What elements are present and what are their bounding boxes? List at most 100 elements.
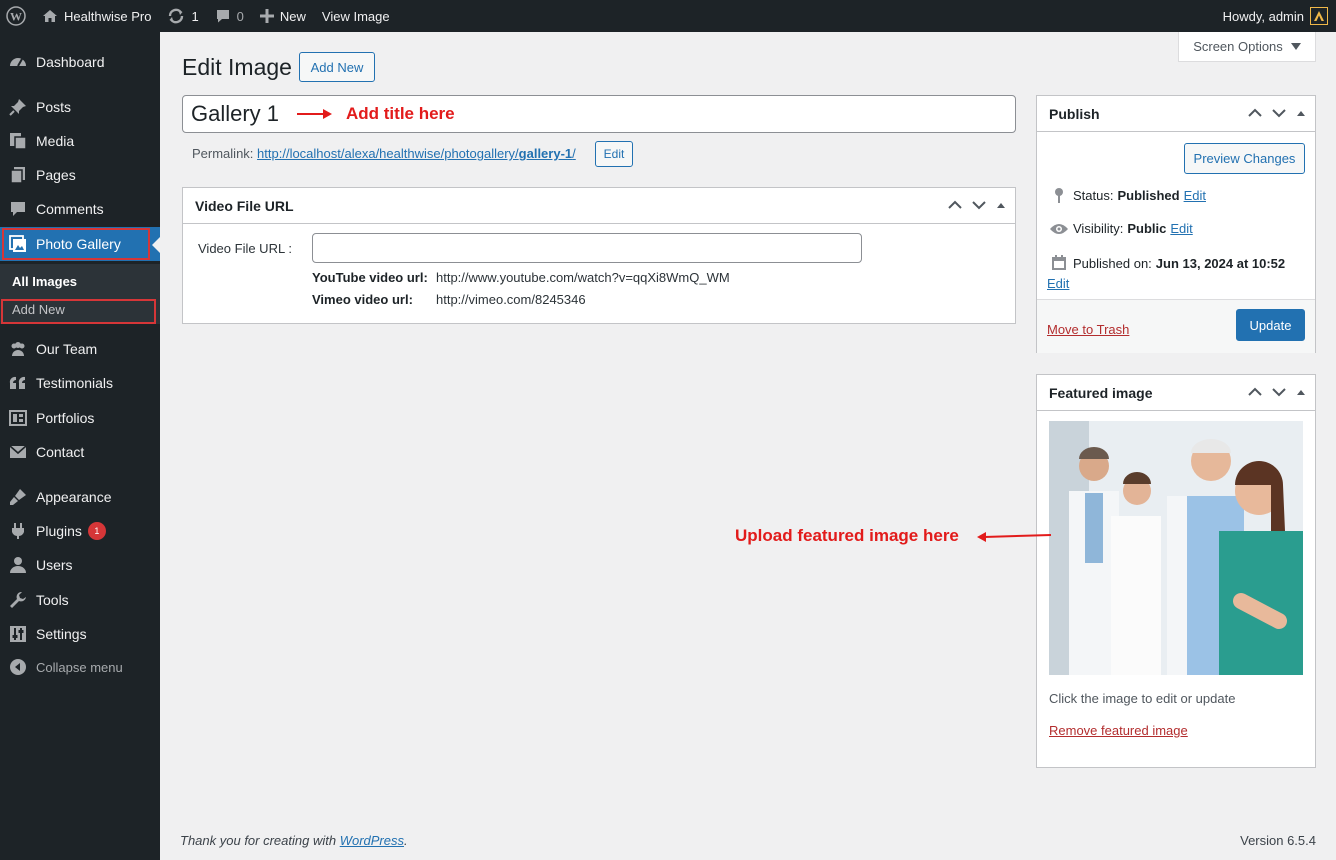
status-value: Published <box>1117 187 1180 203</box>
menu-item-pages[interactable]: Pages <box>0 158 160 192</box>
updates-count: 1 <box>191 8 199 24</box>
move-to-trash-link[interactable]: Move to Trash <box>1047 322 1129 337</box>
site-name: Healthwise Pro <box>64 8 152 24</box>
metabox-header: Video File URL <box>183 188 1015 224</box>
caret-down-icon <box>1290 39 1301 54</box>
screen-options-button[interactable]: Screen Options <box>1178 32 1316 62</box>
toggle-panel-icon[interactable] <box>1295 385 1307 401</box>
youtube-label: YouTube video url: <box>312 270 428 285</box>
menu-label: Pages <box>36 167 76 183</box>
new-content-link[interactable]: New <box>252 0 314 32</box>
comments-link[interactable]: 0 <box>207 0 252 32</box>
menu-item-testimonials[interactable]: Testimonials <box>0 366 160 400</box>
visibility-row: Visibility: Public Edit <box>1049 221 1193 236</box>
menu-item-appearance[interactable]: Appearance <box>0 480 160 514</box>
metabox-header: Featured image <box>1037 375 1315 411</box>
submenu-all-images[interactable]: All Images <box>12 274 77 289</box>
vimeo-example: http://vimeo.com/8245346 <box>436 292 586 307</box>
main-content: Screen Options Edit Image Add New Galler… <box>160 32 1336 860</box>
toggle-panel-icon[interactable] <box>1295 106 1307 122</box>
menu-label: Comments <box>36 201 104 217</box>
menu-item-settings[interactable]: Settings <box>0 617 160 651</box>
screen-options-label: Screen Options <box>1193 39 1283 54</box>
settings-icon <box>0 625 36 643</box>
menu-item-media[interactable]: Media <box>0 124 160 158</box>
new-label: New <box>279 8 306 24</box>
permalink-edit-button[interactable]: Edit <box>595 141 633 167</box>
avatar-icon <box>1310 7 1328 25</box>
published-value: Jun 13, 2024 at 10:52 <box>1155 255 1286 271</box>
menu-item-tools[interactable]: Tools <box>0 583 160 617</box>
comment-icon <box>0 200 36 218</box>
site-name-link[interactable]: Healthwise Pro <box>34 0 159 32</box>
visibility-value: Public <box>1127 221 1167 236</box>
toggle-panel-icon[interactable] <box>995 198 1007 214</box>
menu-label: Users <box>36 557 73 573</box>
chevron-down-icon[interactable] <box>971 198 987 214</box>
home-icon <box>42 8 58 24</box>
view-image-link[interactable]: View Image <box>314 0 398 32</box>
menu-item-users[interactable]: Users <box>0 548 160 582</box>
video-url-metabox: Video File URL Video File URL : YouTube … <box>182 187 1016 324</box>
arrow-right-icon <box>297 108 333 123</box>
collapse-arrow-icon <box>0 658 36 676</box>
menu-item-plugins[interactable]: Plugins 1 <box>0 514 160 548</box>
collapse-menu-button[interactable]: Collapse menu <box>0 650 160 684</box>
menu-item-posts[interactable]: Posts <box>0 90 160 124</box>
video-url-input[interactable] <box>312 233 862 263</box>
menu-item-our-team[interactable]: Our Team <box>0 332 160 366</box>
my-account-link[interactable]: Howdy, admin <box>1215 0 1328 32</box>
portfolio-icon <box>0 409 36 427</box>
featured-image-caption: Click the image to edit or update <box>1049 691 1236 706</box>
preview-changes-button[interactable]: Preview Changes <box>1184 143 1305 174</box>
youtube-example-row: YouTube video url: http://www.youtube.com… <box>312 270 730 285</box>
admin-bar: W Healthwise Pro 1 0 New View Image Howd… <box>0 0 1336 32</box>
chevron-up-icon[interactable] <box>1247 385 1263 401</box>
media-icon <box>0 132 36 150</box>
chevron-up-icon[interactable] <box>1247 106 1263 122</box>
update-button[interactable]: Update <box>1236 309 1305 341</box>
menu-item-contact[interactable]: Contact <box>0 435 160 469</box>
menu-label: Appearance <box>36 489 112 505</box>
featured-image-thumbnail[interactable] <box>1049 421 1303 675</box>
howdy-text: Howdy, admin <box>1222 8 1304 24</box>
updates-icon <box>167 7 185 25</box>
edit-date-link[interactable]: Edit <box>1047 276 1069 291</box>
updates-link[interactable]: 1 <box>159 0 206 32</box>
vimeo-label: Vimeo video url: <box>312 292 413 307</box>
remove-featured-image-link[interactable]: Remove featured image <box>1049 723 1188 738</box>
metabox-title: Publish <box>1049 105 1100 122</box>
menu-label: Contact <box>36 444 85 460</box>
wordpress-logo-icon[interactable]: W <box>0 0 34 32</box>
status-label: Status: <box>1073 187 1114 203</box>
plugin-icon <box>0 522 36 540</box>
pages-icon <box>0 166 36 184</box>
chevron-down-icon[interactable] <box>1271 385 1287 401</box>
menu-item-portfolios[interactable]: Portfolios <box>0 401 160 435</box>
menu-item-dashboard[interactable]: Dashboard <box>0 45 160 79</box>
visibility-label: Visibility: <box>1073 221 1124 236</box>
view-image-label: View Image <box>321 8 390 24</box>
menu-label: Our Team <box>36 341 98 357</box>
dashboard-icon <box>0 53 36 71</box>
edit-visibility-link[interactable]: Edit <box>1170 221 1192 236</box>
add-new-button[interactable]: Add New <box>299 52 375 82</box>
menu-item-comments[interactable]: Comments <box>0 192 160 226</box>
publish-actions: Move to Trash Update <box>1037 299 1315 353</box>
wordpress-link[interactable]: WordPress <box>340 833 404 848</box>
metabox-controls <box>1247 375 1307 411</box>
metabox-header: Publish <box>1037 96 1315 132</box>
edit-status-link[interactable]: Edit <box>1184 188 1206 203</box>
arrow-left-icon <box>976 531 1052 546</box>
comments-count: 0 <box>236 8 244 24</box>
quote-icon <box>0 374 36 392</box>
menu-label: Portfolios <box>36 410 95 426</box>
menu-label: Media <box>36 133 75 149</box>
chevron-down-icon[interactable] <box>1271 106 1287 122</box>
metabox-title: Featured image <box>1049 384 1153 401</box>
metabox-title: Video File URL <box>195 197 294 214</box>
chevron-up-icon[interactable] <box>947 198 963 214</box>
youtube-example: http://www.youtube.com/watch?v=qqXi8WmQ_… <box>436 270 730 285</box>
permalink-url[interactable]: http://localhost/alexa/healthwise/photog… <box>257 146 576 161</box>
post-title-value: Gallery 1 <box>191 101 280 126</box>
